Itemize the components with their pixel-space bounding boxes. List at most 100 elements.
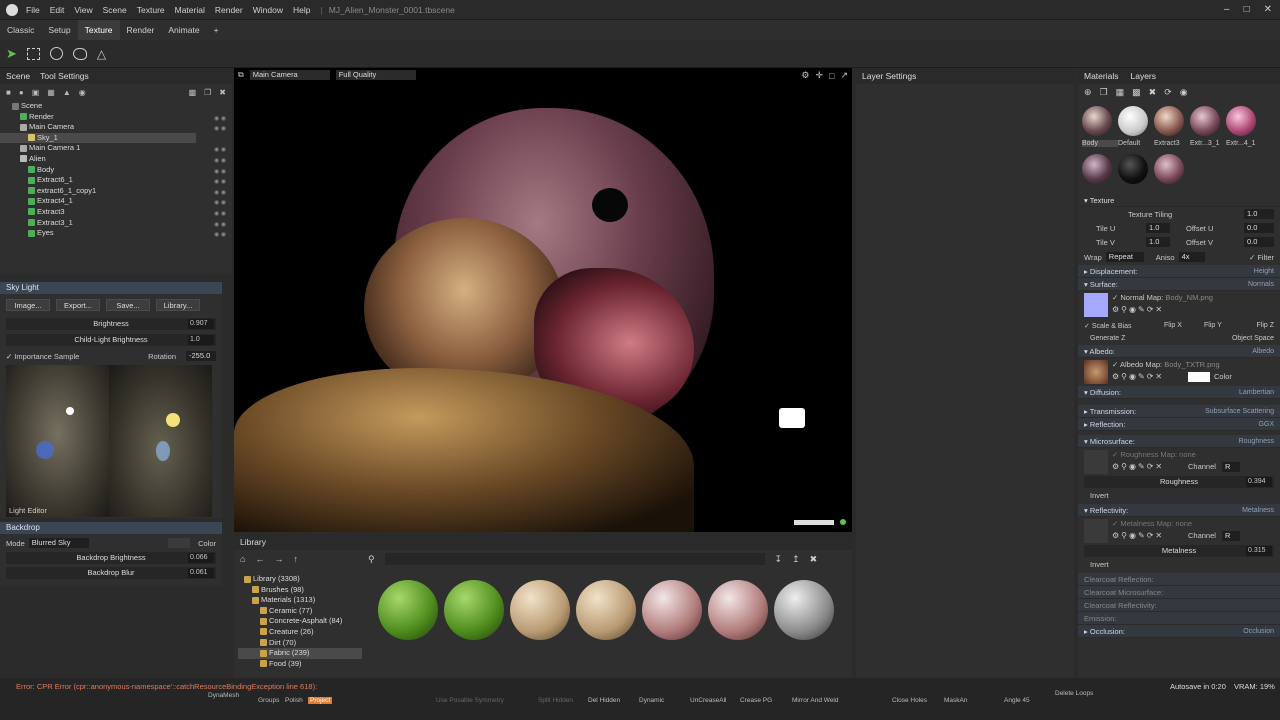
tree-item-alien[interactable]: Alien ◉ ◉ xyxy=(0,154,232,165)
tree-item-scene[interactable]: Scene xyxy=(0,101,232,112)
child-light-slider[interactable]: Child-Light Brightness 1.0 xyxy=(6,334,216,346)
roughness-map-thumb[interactable] xyxy=(1084,450,1108,474)
lib-item-ceramic[interactable]: Ceramic (77) xyxy=(238,606,362,617)
roughness-slider[interactable]: Roughness 0.394 xyxy=(1084,476,1274,488)
menu-edit[interactable]: Edit xyxy=(50,5,65,15)
lib-item-dirt[interactable]: Dirt (70) xyxy=(238,638,362,649)
delete-icon[interactable]: ✖ xyxy=(810,554,818,565)
reset-icon[interactable]: ⟳ xyxy=(1164,87,1172,98)
select-arrow-icon[interactable]: ➤ xyxy=(6,46,17,62)
eye-icon[interactable]: ◉ ◉ xyxy=(214,145,228,153)
add-material-icon[interactable]: ⊕ xyxy=(1084,87,1092,98)
material-sphere-extract3[interactable] xyxy=(1154,106,1184,136)
metalness-channel-select[interactable]: R xyxy=(1222,531,1240,541)
tab-tool-settings[interactable]: Tool Settings xyxy=(40,68,89,84)
menu-view[interactable]: View xyxy=(74,5,92,15)
map-tools-icon[interactable]: ⚙⚲◉✎⟳✕ xyxy=(1112,372,1164,381)
zb-project[interactable]: Project xyxy=(308,697,333,704)
zb-angle[interactable]: Angle 45 xyxy=(1004,697,1030,704)
copy-icon[interactable]: ▦ xyxy=(1116,87,1125,98)
material-name-extract4-1[interactable]: Extr...4_1 xyxy=(1226,140,1262,147)
metalness-map-thumb[interactable] xyxy=(1084,519,1108,543)
object-space-checkbox[interactable]: Object Space xyxy=(1232,335,1274,342)
eye-icon[interactable]: ◉ ◉ xyxy=(214,124,228,132)
zb-del-hidden[interactable]: Del Hidden xyxy=(588,697,620,704)
download-icon[interactable]: ↧ xyxy=(775,554,783,565)
maximize-icon[interactable]: □ xyxy=(1244,4,1250,15)
material-name-default[interactable]: Default xyxy=(1118,140,1154,147)
tab-animate[interactable]: Animate xyxy=(161,20,206,40)
light-source-icon[interactable] xyxy=(66,407,74,415)
up-icon[interactable]: ↑ xyxy=(293,554,298,564)
scale-bias-checkbox[interactable]: ✓ Scale & Bias xyxy=(1084,322,1132,330)
trash-icon[interactable]: ✖ xyxy=(1149,87,1157,98)
forward-icon[interactable]: → xyxy=(274,554,283,564)
trash-icon[interactable]: ✖ xyxy=(219,88,226,97)
tree-item-eyes[interactable]: Eyes ◉ ◉ xyxy=(0,228,232,239)
albedo-color-swatch[interactable] xyxy=(1188,372,1210,382)
tab-materials[interactable]: Materials xyxy=(1084,68,1118,84)
library-search-input[interactable] xyxy=(384,553,765,565)
albedo-map-thumb[interactable] xyxy=(1084,360,1108,384)
generate-z-checkbox[interactable]: Generate Z xyxy=(1090,335,1125,342)
tree-item-body[interactable]: Body ◉ ◉ xyxy=(0,165,232,176)
flip-x-checkbox[interactable]: Flip X xyxy=(1164,322,1182,329)
lib-item-library[interactable]: Library (3308) xyxy=(238,574,362,585)
folder-icon[interactable]: ▩ xyxy=(189,88,197,97)
picker-icon[interactable]: ◉ xyxy=(1180,87,1188,98)
eye-icon[interactable]: ◉ ◉ xyxy=(214,188,228,196)
duplicate-material-icon[interactable]: ❐ xyxy=(1100,87,1108,98)
backdrop-blur-slider[interactable]: Backdrop Blur 0.061 xyxy=(6,567,216,579)
save-button[interactable]: Save... xyxy=(106,299,150,311)
material-sphere-extract3-1[interactable] xyxy=(1190,106,1220,136)
tab-texture[interactable]: Texture xyxy=(77,20,120,40)
menu-help[interactable]: Help xyxy=(293,5,310,15)
displacement-row[interactable]: ▸ Displacement: Height xyxy=(1078,265,1280,278)
backdrop-brightness-value[interactable]: 0.066 xyxy=(188,553,214,563)
backdrop-brightness-slider[interactable]: Backdrop Brightness 0.066 xyxy=(6,552,216,564)
material-thumb[interactable] xyxy=(774,580,834,640)
home-icon[interactable]: ⌂ xyxy=(240,554,245,564)
sun-icon[interactable] xyxy=(166,413,180,427)
occlusion-row[interactable]: ▸ Occlusion: Occlusion xyxy=(1078,625,1280,638)
microsurface-row[interactable]: ▾ Microsurface: Roughness xyxy=(1078,435,1280,448)
lib-item-brushes[interactable]: Brushes (98) xyxy=(238,585,362,596)
material-name-extract3-1[interactable]: Extr...3_1 xyxy=(1190,140,1226,147)
zb-polish[interactable]: Polish xyxy=(285,697,303,704)
tile-v-value[interactable]: 1.0 xyxy=(1146,237,1170,247)
map-tools-icon[interactable]: ⚙⚲◉✎⟳✕ xyxy=(1112,531,1164,540)
tree-item-extract3[interactable]: Extract3 ◉ ◉ xyxy=(0,207,232,218)
material-sphere[interactable] xyxy=(1082,154,1112,184)
add-mesh-icon[interactable]: ▦ xyxy=(47,88,55,97)
zb-posable-symmetry[interactable]: Use Posable Symmetry xyxy=(436,697,504,704)
zb-dynamic[interactable]: Dynamic xyxy=(639,697,664,704)
transmission-row[interactable]: ▸ Transmission: Subsurface Scattering xyxy=(1078,405,1280,418)
tab-scene[interactable]: Scene xyxy=(6,68,30,84)
export-button[interactable]: Export... xyxy=(56,299,100,311)
roughness-invert-checkbox[interactable]: Invert xyxy=(1078,488,1280,504)
tree-item-main-camera[interactable]: Main Camera ◉ ◉ xyxy=(0,122,232,133)
tree-item-extract6-copy[interactable]: extract6_1_copy1 ◉ ◉ xyxy=(0,186,232,197)
eye-icon[interactable]: ◉ ◉ xyxy=(214,230,228,238)
duplicate-icon[interactable]: ❐ xyxy=(204,88,211,97)
camera-icon[interactable] xyxy=(779,408,805,428)
zb-crease-pg[interactable]: Crease PG xyxy=(740,697,772,704)
reflection-row[interactable]: ▸ Reflection: GGX xyxy=(1078,418,1280,431)
zb-uncreaseall[interactable]: UnCreaseAll xyxy=(690,697,727,704)
zb-mirror-weld[interactable]: Mirror And Weld xyxy=(792,697,838,704)
minimize-icon[interactable]: – xyxy=(1224,4,1230,15)
material-sphere-extract4-1[interactable] xyxy=(1226,106,1256,136)
wrap-select[interactable]: Repeat xyxy=(1105,252,1144,262)
roughness-channel-select[interactable]: R xyxy=(1222,462,1240,472)
material-sphere-body[interactable] xyxy=(1082,106,1112,136)
menu-texture[interactable]: Texture xyxy=(137,5,165,15)
add-shape-icon[interactable]: ▲ xyxy=(63,88,71,97)
lib-item-food[interactable]: Food (39) xyxy=(238,659,362,670)
color-swatch[interactable] xyxy=(168,538,190,548)
roughness-value[interactable]: 0.394 xyxy=(1246,477,1272,487)
tree-item-main-camera-1[interactable]: Main Camera 1 ◉ ◉ xyxy=(0,143,232,154)
eye-icon[interactable]: ◉ ◉ xyxy=(214,114,228,122)
map-tools-icon[interactable]: ⚙⚲◉✎⟳✕ xyxy=(1112,462,1164,471)
eye-icon[interactable]: ◉ ◉ xyxy=(214,156,228,164)
material-thumb[interactable] xyxy=(576,580,636,640)
